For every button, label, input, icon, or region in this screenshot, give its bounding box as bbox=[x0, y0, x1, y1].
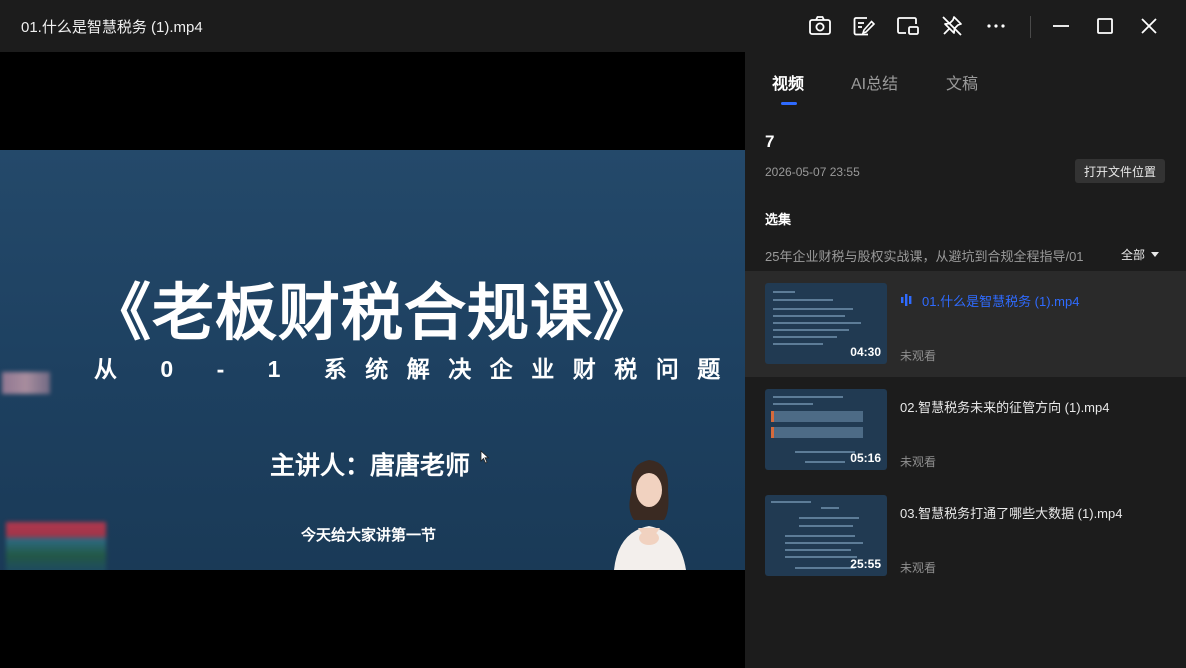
toolbar-divider bbox=[1030, 16, 1031, 38]
playlist-sidebar: 视频 AI总结 文稿 7 2026-05-07 23:55 打开文件位置 选集 … bbox=[745, 52, 1186, 668]
episode-duration: 04:30 bbox=[850, 345, 881, 359]
blurred-overlay bbox=[6, 522, 106, 570]
episode-thumbnail: 25:55 bbox=[765, 495, 887, 576]
video-player[interactable]: 《老板财税合规课》 从 0 - 1 系统解决企业财税问题 主讲人：唐唐老师 今天… bbox=[0, 52, 745, 668]
folder-date: 2026-05-07 23:55 bbox=[765, 165, 860, 179]
window-title: 01.什么是智慧税务 (1).mp4 bbox=[21, 19, 203, 36]
folder-name: 7 bbox=[765, 132, 775, 151]
presenter-image bbox=[614, 460, 686, 570]
camera-icon[interactable] bbox=[807, 13, 833, 39]
episode-filter-label: 全部 bbox=[1121, 248, 1146, 262]
episode-item[interactable]: 04:30 01.什么是智慧税务 (1).mp4 未观看 bbox=[745, 271, 1186, 377]
now-playing-icon bbox=[901, 294, 912, 306]
tab-ai-summary[interactable]: AI总结 bbox=[851, 70, 898, 94]
slide-title: 《老板财税合规课》 bbox=[88, 279, 656, 348]
episode-item[interactable]: 25:55 03.智慧税务打通了哪些大数据 (1).mp4 未观看 bbox=[745, 483, 1186, 589]
slide-lesson: 今天给大家讲第一节 bbox=[301, 527, 437, 544]
episode-duration: 05:16 bbox=[850, 451, 881, 465]
close-icon[interactable] bbox=[1136, 13, 1162, 39]
tab-transcript[interactable]: 文稿 bbox=[946, 70, 978, 94]
episode-thumbnail: 04:30 bbox=[765, 283, 887, 364]
episode-status: 未观看 bbox=[900, 455, 937, 469]
episode-title: 01.什么是智慧税务 (1).mp4 bbox=[922, 294, 1080, 309]
minimize-icon[interactable] bbox=[1048, 13, 1074, 39]
maximize-icon[interactable] bbox=[1092, 13, 1118, 39]
tab-video[interactable]: 视频 bbox=[772, 70, 804, 94]
chevron-down-icon bbox=[1151, 252, 1160, 257]
episode-title: 03.智慧税务打通了哪些大数据 (1).mp4 bbox=[900, 506, 1123, 521]
episode-filter-dropdown[interactable]: 全部 bbox=[1121, 246, 1160, 263]
course-name: 25年企业财税与股权实战课，从避坑到合规全程指导/01 bbox=[765, 249, 1084, 264]
episode-item[interactable]: 05:16 02.智慧税务未来的征管方向 (1).mp4 未观看 bbox=[745, 377, 1186, 483]
slide-subtitle: 从 0 - 1 系统解决企业财税问题 bbox=[94, 356, 739, 382]
note-edit-icon[interactable] bbox=[851, 13, 877, 39]
sidebar-tabs: 视频 AI总结 文稿 bbox=[745, 52, 1186, 112]
active-tab-indicator bbox=[781, 102, 797, 105]
slide-speaker: 主讲人：唐唐老师 bbox=[270, 452, 471, 480]
episode-status: 未观看 bbox=[900, 561, 937, 575]
episode-duration: 25:55 bbox=[850, 557, 881, 571]
episode-title: 02.智慧税务未来的征管方向 (1).mp4 bbox=[900, 400, 1110, 415]
mouse-cursor-icon bbox=[480, 450, 490, 464]
blurred-overlay bbox=[2, 372, 50, 394]
more-icon[interactable] bbox=[983, 13, 1009, 39]
title-bar: 01.什么是智慧税务 (1).mp4 bbox=[0, 0, 1186, 52]
episode-section-label: 选集 bbox=[765, 212, 792, 227]
video-frame: 《老板财税合规课》 从 0 - 1 系统解决企业财税问题 主讲人：唐唐老师 今天… bbox=[0, 150, 745, 570]
episode-thumbnail: 05:16 bbox=[765, 389, 887, 470]
episode-status: 未观看 bbox=[900, 349, 937, 363]
open-file-location-button[interactable]: 打开文件位置 bbox=[1075, 159, 1165, 183]
pin-off-icon[interactable] bbox=[939, 13, 965, 39]
picture-in-picture-icon[interactable] bbox=[895, 13, 921, 39]
